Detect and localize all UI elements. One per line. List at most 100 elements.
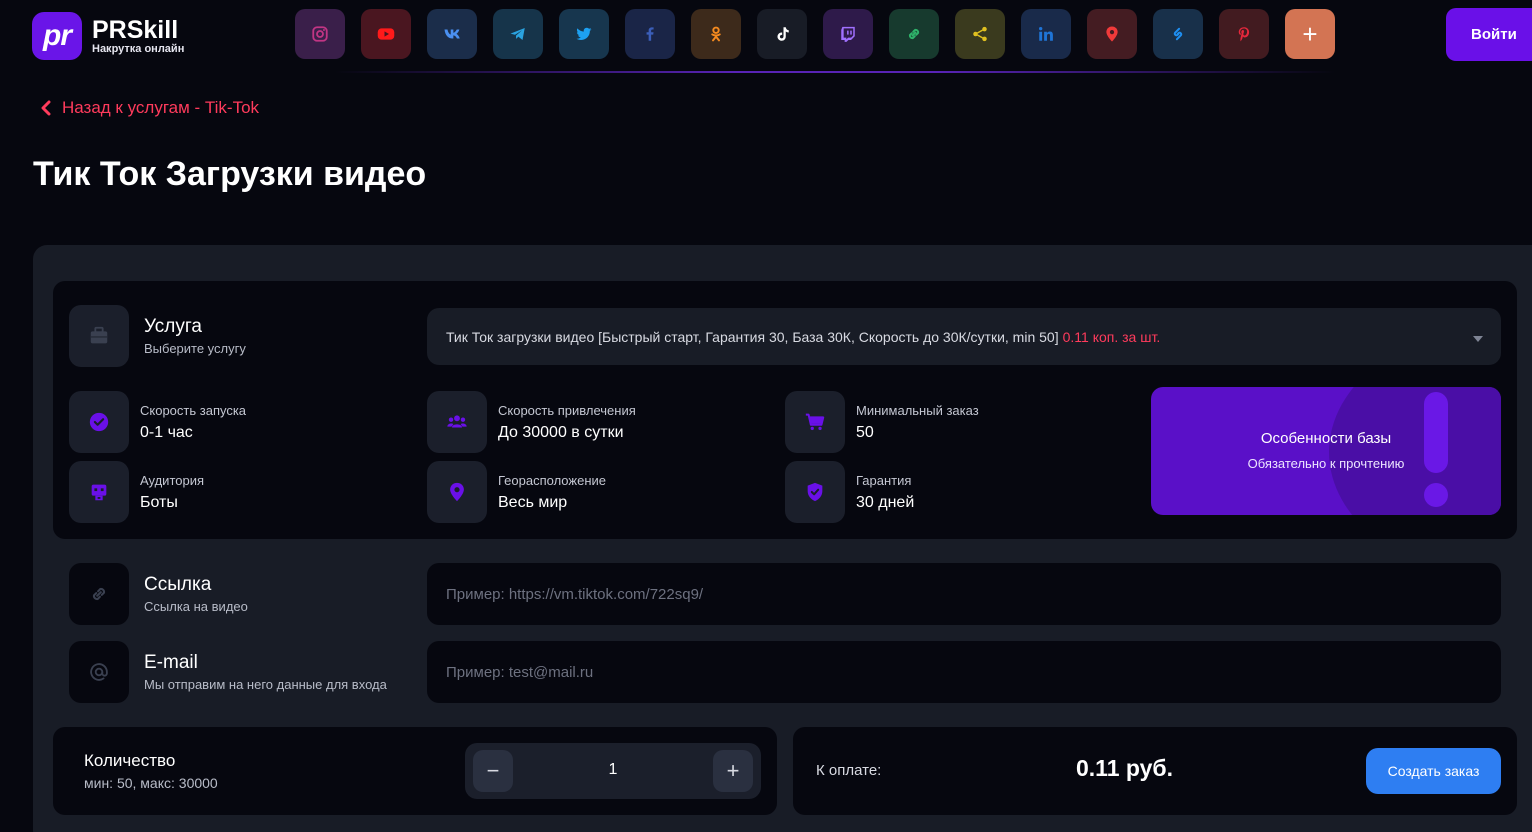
pinterest-button[interactable]	[1219, 9, 1269, 59]
notice-subtitle: Обязательно к прочтению	[1247, 456, 1405, 471]
social-network-bar: +	[295, 9, 1335, 59]
service-select-value: Тик Ток загрузки видео [Быстрый старт, Г…	[446, 328, 1059, 345]
service-subtitle: Выберите услугу	[144, 341, 246, 356]
at-sign-icon	[90, 663, 108, 681]
decrement-button[interactable]: −	[473, 750, 513, 792]
email-icon-box	[69, 641, 129, 703]
feature-value: 30 дней	[856, 494, 915, 511]
chevron-down-icon	[1473, 336, 1483, 342]
twitter-icon	[575, 25, 593, 43]
vk-icon	[443, 25, 461, 43]
quantity-title: Количество	[84, 751, 176, 770]
email-field-title: E-mail	[144, 652, 198, 673]
location-icon	[450, 482, 464, 502]
feature-icon-box	[785, 391, 845, 453]
quantity-stepper: − 1 +	[465, 743, 761, 799]
feature-icon-box	[427, 461, 487, 523]
instagram-button[interactable]	[295, 9, 345, 59]
logo[interactable]: pr PRSkill Накрутка онлайн	[32, 12, 184, 60]
map-pin-icon	[1103, 25, 1121, 43]
chevron-left-icon	[41, 100, 51, 116]
service-select[interactable]: Тик Ток загрузки видео [Быстрый старт, Г…	[427, 308, 1501, 365]
email-input[interactable]	[427, 641, 1501, 703]
shield-check-icon	[807, 482, 823, 502]
email-field-subtitle: Мы отправим на него данные для входа	[144, 677, 387, 692]
base-features-card[interactable]: Особенности базы Обязательно к прочтению	[1151, 387, 1501, 515]
logo-text: PRSkill Накрутка онлайн	[92, 17, 184, 55]
linkedin-icon	[1037, 25, 1055, 43]
twitter-button[interactable]	[559, 9, 609, 59]
users-icon	[447, 415, 467, 428]
notice-decoration	[1329, 387, 1501, 515]
shazam-icon	[1169, 25, 1187, 43]
vk-button[interactable]	[427, 9, 477, 59]
feature-icon-box	[69, 461, 129, 523]
social-bar-underline	[335, 71, 1335, 73]
feature-label: Скорость запуска	[140, 403, 247, 418]
feature-icon-box	[785, 461, 845, 523]
bot-icon	[91, 484, 107, 501]
link-input[interactable]	[427, 563, 1501, 625]
link-icon	[92, 587, 106, 601]
page-title: Тик Ток Загрузки видео	[33, 155, 427, 193]
header: pr PRSkill Накрутка онлайн + Войти	[0, 0, 1532, 73]
pinterest-icon	[1235, 25, 1253, 43]
feature-value: Весь мир	[498, 494, 568, 511]
share-button[interactable]	[955, 9, 1005, 59]
link-field-subtitle: Ссылка на видео	[144, 599, 248, 614]
telegram-icon	[509, 25, 527, 43]
login-button[interactable]: Войти	[1446, 8, 1532, 61]
link-field-title: Ссылка	[144, 574, 212, 595]
payment-label: К оплате:	[816, 762, 882, 779]
back-to-services-link[interactable]: Назад к услугам - Tik-Tok	[40, 98, 259, 118]
telegram-button[interactable]	[493, 9, 543, 59]
map-pin-button[interactable]	[1087, 9, 1137, 59]
linkedin-button[interactable]	[1021, 9, 1071, 59]
link-icon-box	[69, 563, 129, 625]
service-title: Услуга	[144, 316, 202, 337]
brand-tagline: Накрутка онлайн	[92, 43, 185, 55]
quantity-limits: мин: 50, макс: 30000	[84, 775, 218, 791]
plus-button[interactable]: +	[1285, 9, 1335, 59]
plus-icon: +	[1302, 18, 1318, 49]
increment-button[interactable]: +	[713, 750, 753, 792]
youtube-button[interactable]	[361, 9, 411, 59]
youtube-icon	[377, 25, 395, 43]
notice-title: Особенности базы	[1260, 430, 1392, 447]
facebook-button[interactable]	[625, 9, 675, 59]
feature-label: Гарантия	[856, 473, 912, 488]
clock-check-icon	[89, 412, 109, 432]
shazam-button[interactable]	[1153, 9, 1203, 59]
logo-mark: pr	[32, 12, 82, 60]
twitch-icon	[839, 25, 857, 43]
facebook-icon	[641, 25, 659, 43]
odnoklassniki-icon	[707, 25, 725, 43]
feature-icon-box	[69, 391, 129, 453]
feature-value: Боты	[140, 494, 178, 511]
feature-value: До 30000 в сутки	[498, 424, 624, 441]
service-price: 0.11 коп. за шт.	[1062, 328, 1161, 345]
exclamation-dot	[1424, 483, 1448, 507]
service-icon-box	[69, 305, 129, 367]
odnoklassniki-button[interactable]	[691, 9, 741, 59]
feature-label: Аудитория	[140, 473, 205, 488]
tiktok-icon	[773, 25, 791, 43]
create-order-button[interactable]: Создать заказ	[1366, 748, 1501, 794]
tiktok-button[interactable]	[757, 9, 807, 59]
feature-label: Скорость привлечения	[498, 403, 636, 418]
instagram-icon	[311, 25, 329, 43]
quantity-value[interactable]: 1	[565, 761, 661, 779]
feature-icon-box	[427, 391, 487, 453]
twitch-button[interactable]	[823, 9, 873, 59]
link-button[interactable]	[889, 9, 939, 59]
briefcase-icon	[90, 326, 108, 344]
link-icon	[905, 25, 923, 43]
back-link-label: Назад к услугам - Tik-Tok	[62, 98, 260, 117]
feature-label: Минимальный заказ	[856, 403, 979, 418]
share-icon	[971, 25, 989, 43]
feature-label: Георасположение	[498, 473, 606, 488]
feature-value: 50	[856, 424, 874, 441]
payment-amount: 0.11 руб.	[1076, 755, 1174, 781]
feature-value: 0-1 час	[140, 424, 193, 441]
brand-name: PRSkill	[92, 16, 179, 44]
